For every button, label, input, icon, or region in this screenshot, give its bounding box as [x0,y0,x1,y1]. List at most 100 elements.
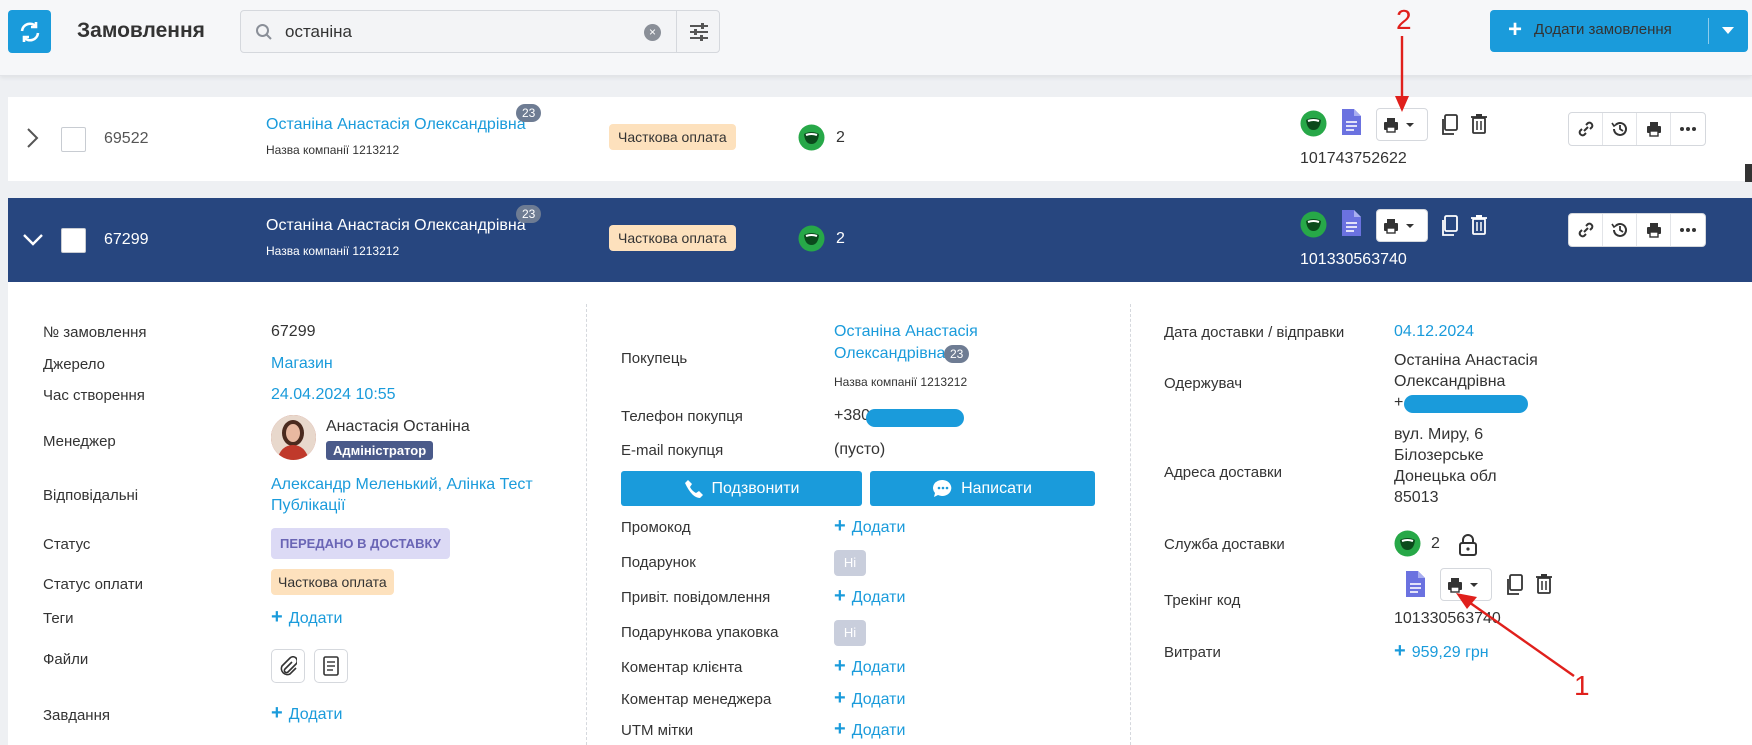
add-label: Додати [288,706,343,723]
order-id: 67299 [104,231,149,248]
delivery-service-label: Служба доставки [1164,536,1285,553]
annotation-label-1: 1 [1574,670,1590,701]
client-comment-label: Коментар клієнта [621,659,743,676]
gift-toggle[interactable]: Ні [834,550,866,576]
annotation-arrow-icon [1395,36,1409,112]
link-icon [1578,222,1593,238]
add-label: Додати [851,519,906,536]
document-icon[interactable] [1404,570,1426,598]
payment-status-badge: Часткова оплата [609,124,736,150]
gift-label: Подарунок [621,554,696,571]
call-button[interactable]: Подзвонити [621,471,862,506]
delivery-date-label: Дата доставки / відправки [1164,324,1345,341]
delivery-date-link[interactable]: 04.12.2024 [1394,323,1474,341]
status-badge[interactable]: ПЕРЕДАНО В ДОСТАВКУ [271,528,450,559]
plus-icon: + [834,515,846,537]
add-document-button[interactable] [314,649,348,683]
annotation-label-2: 2 [1396,4,1412,35]
lock-icon[interactable] [1458,534,1478,556]
filter-settings-button[interactable] [676,11,721,52]
refresh-button[interactable] [8,10,51,53]
created-link[interactable]: 24.04.2024 10:55 [271,386,396,404]
add-label: Додати [288,610,343,627]
chevron-down-icon[interactable] [22,232,44,248]
add-greeting-button[interactable]: + Додати [834,585,905,608]
responsible-link[interactable]: Александр Меленький, Алінка Тест [271,476,533,494]
button-divider [1708,18,1709,44]
delivery-service-count: 2 [1431,535,1440,552]
customer-name-link[interactable]: Останіна Анастасія Олександрівна [266,217,526,235]
phone-icon [684,479,703,498]
add-tag-button[interactable]: + Додати [271,606,342,629]
link-button[interactable] [1569,113,1603,145]
company-name: Назва компанії 1213212 [266,244,400,258]
buyer-company: Назва компанії 1213212 [834,375,968,389]
copy-icon[interactable] [1440,215,1458,237]
payment-status-badge: Часткова оплата [609,225,736,251]
greeting-label: Привіт. повідомлення [621,589,771,606]
more-button[interactable] [1671,113,1705,145]
print-button[interactable] [1637,214,1671,246]
print-button[interactable] [1637,113,1671,145]
recipient-label: Одержувач [1164,375,1243,392]
gift-wrap-toggle[interactable]: Ні [834,620,866,646]
plus-icon: + [271,606,283,628]
add-utm-button[interactable]: + Додати [834,718,905,741]
row-checkbox[interactable] [61,127,86,152]
order-number-label: № замовлення [43,324,147,341]
trash-icon[interactable] [1470,113,1488,135]
chevron-right-icon[interactable] [26,127,40,149]
add-label: Додати [851,589,906,606]
attach-file-button[interactable] [271,649,305,683]
created-label: Час створення [43,387,145,404]
row-checkbox[interactable] [61,228,86,253]
add-task-button[interactable]: + Додати [271,702,342,725]
add-order-label: Додати замовлення [1534,21,1672,38]
recipient-name: Останіна Анастасія [1394,352,1538,369]
phone-label: Телефон покупця [621,408,743,425]
manager-comment-label: Коментар менеджера [621,691,772,708]
column-divider [1130,304,1131,745]
delivery-service-icon [1300,110,1327,137]
refresh-icon [20,21,39,42]
history-button[interactable] [1603,214,1637,246]
order-count-badge: 23 [516,205,542,223]
call-label: Подзвонити [711,479,800,497]
annotation-arrow-icon [1456,593,1575,677]
side-handle[interactable] [1745,164,1752,182]
buyer-label: Покупець [621,350,688,367]
add-promo-button[interactable]: + Додати [834,515,905,538]
history-button[interactable] [1603,113,1637,145]
buyer-link[interactable]: Останіна Анастасія [834,323,978,341]
copy-icon[interactable] [1440,114,1458,136]
order-row[interactable]: 69522 Останіна Анастасія Олександрівна Н… [8,97,1752,181]
payment-status-badge[interactable]: Часткова оплата [271,569,394,595]
caret-down-icon[interactable] [1722,27,1734,34]
search-input[interactable] [285,21,635,43]
recipient-name-cont: Олександрівна [1394,373,1506,390]
tracking-number: 101743752622 [1300,150,1407,167]
responsible-link-cont[interactable]: Публікації [271,497,345,515]
column-divider [586,304,587,745]
document-icon[interactable] [1340,108,1362,136]
trash-icon[interactable] [1470,214,1488,236]
add-client-comment-button[interactable]: + Додати [834,655,905,678]
avatar-image [271,415,316,460]
history-icon [1610,222,1627,237]
write-button[interactable]: Написати [870,471,1095,506]
add-manager-comment-button[interactable]: + Додати [834,687,905,710]
delivery-count: 2 [836,129,845,146]
customer-name-link[interactable]: Останіна Анастасія Олександрівна [266,116,526,134]
source-link[interactable]: Магазин [271,355,333,373]
printer-icon [1646,222,1661,238]
print-dropdown-button[interactable] [1376,209,1428,242]
add-order-button[interactable]: + Додати замовлення [1490,10,1748,52]
order-row-expanded[interactable]: 67299 Останіна Анастасія Олександрівна Н… [8,198,1752,282]
clear-search-icon[interactable]: × [644,24,661,41]
buyer-link-cont[interactable]: Олександрівна [834,345,945,363]
more-button[interactable] [1671,214,1705,246]
status-label: Статус [43,536,91,553]
link-button[interactable] [1569,214,1603,246]
chat-icon [933,479,952,497]
document-icon[interactable] [1340,209,1362,237]
